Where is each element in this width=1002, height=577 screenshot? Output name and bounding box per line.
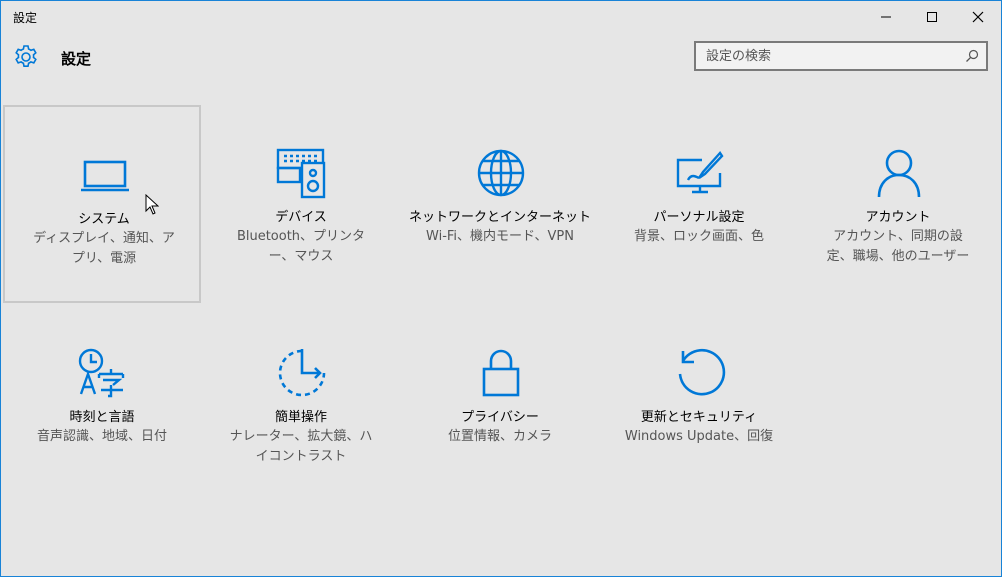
personalization-icon [674, 147, 726, 199]
category-name: デバイス [275, 210, 327, 225]
category-description: 背景、ロック画面、色 [633, 229, 764, 244]
category-description: 音声認識、地域、日付 [36, 429, 167, 444]
category-description: Windows Update、回復 [624, 429, 774, 444]
title-bar[interactable]: 設定 [1, 1, 1001, 33]
lock-icon [475, 347, 527, 399]
category-name: 時刻と言語 [69, 410, 135, 425]
window-title: 設定 [13, 11, 38, 25]
devices-icon [276, 147, 328, 199]
category-tile-privacy[interactable]: プライバシー 位置情報、カメラ [401, 305, 599, 503]
minimize-button[interactable] [863, 1, 909, 33]
page-title: 設定 [61, 50, 92, 68]
minimize-icon [881, 16, 891, 18]
category-description: ナレーター、拡大鏡、ハイコントラスト [229, 429, 373, 464]
laptop-icon [79, 149, 131, 201]
category-description: Bluetooth、プリンター、マウス [236, 229, 366, 264]
category-description: Wi-Fi、機内モード、VPN [426, 229, 574, 244]
category-description: ディスプレイ、通知、アプリ、電源 [33, 231, 175, 266]
category-tile-update-security[interactable]: 更新とセキュリティ Windows Update、回復 [600, 305, 798, 503]
settings-window: 設定 設定 システム ディスプレイ、通知 [0, 0, 1002, 577]
globe-icon [475, 147, 527, 199]
maximize-icon [927, 12, 937, 22]
category-tile-devices[interactable]: デバイス Bluetooth、プリンター、マウス [202, 105, 400, 303]
category-tile-system[interactable]: システム ディスプレイ、通知、アプリ、電源 [3, 105, 201, 303]
update-icon [674, 347, 726, 399]
category-name: プライバシー [461, 410, 539, 425]
search-input[interactable] [696, 43, 966, 69]
category-name: 更新とセキュリティ [640, 410, 758, 425]
category-name: システム [78, 212, 130, 227]
category-tile-network[interactable]: ネットワークとインターネット Wi-Fi、機内モード、VPN [401, 105, 599, 303]
category-name: アカウント [865, 210, 931, 225]
person-icon [873, 147, 925, 199]
mouse-cursor-icon [145, 194, 159, 215]
category-tile-time-language[interactable]: 時刻と言語 音声認識、地域、日付 [3, 305, 201, 503]
time-language-icon [77, 347, 129, 399]
search-icon[interactable] [964, 48, 980, 64]
category-name: 簡単操作 [274, 410, 327, 425]
category-name: パーソナル設定 [653, 210, 745, 225]
gear-icon [15, 45, 37, 67]
category-tile-accounts[interactable]: アカウント アカウント、同期の設定、職場、他のユーザー [799, 105, 997, 303]
category-name: ネットワークとインターネット [408, 210, 591, 225]
category-tile-personalization[interactable]: パーソナル設定 背景、ロック画面、色 [600, 105, 798, 303]
ease-of-access-icon [276, 347, 328, 399]
category-tile-ease-of-access[interactable]: 簡単操作 ナレーター、拡大鏡、ハイコントラスト [202, 305, 400, 503]
maximize-button[interactable] [909, 1, 955, 33]
search-box[interactable] [694, 41, 988, 71]
close-button[interactable] [955, 1, 1001, 33]
close-icon [972, 11, 984, 23]
category-description: 位置情報、カメラ [447, 429, 552, 444]
category-description: アカウント、同期の設定、職場、他のユーザー [826, 229, 970, 264]
